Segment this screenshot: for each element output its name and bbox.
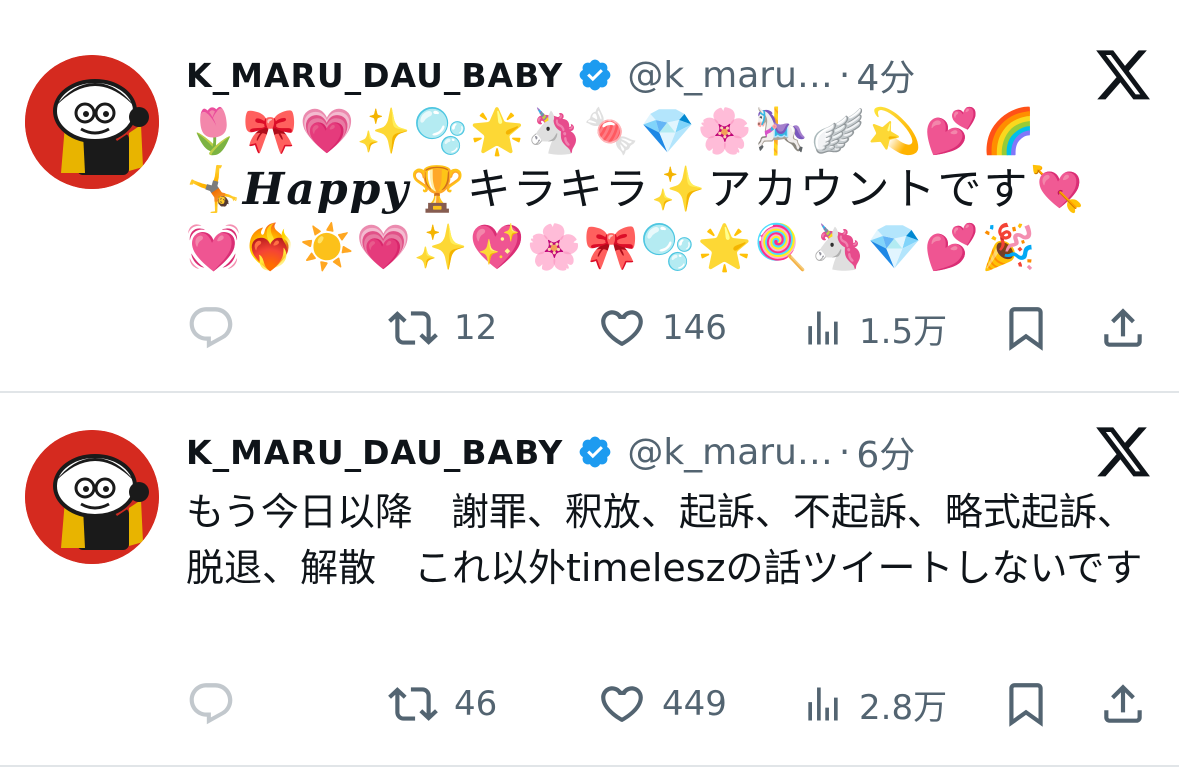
avatar[interactable] bbox=[25, 430, 159, 564]
reply-icon bbox=[189, 683, 233, 725]
share-icon bbox=[1104, 684, 1142, 723]
like-button[interactable]: 449 bbox=[596, 674, 727, 734]
tweet-actions: 46 449 2.8万 bbox=[186, 674, 1151, 734]
tweet-header: K_MARU_DAU_BABY @k_maru… · 6分 bbox=[186, 427, 915, 477]
retweet-icon bbox=[388, 687, 438, 721]
views-chart-icon bbox=[808, 687, 838, 721]
like-count: 449 bbox=[662, 684, 727, 724]
tweet-divider bbox=[0, 765, 1179, 767]
tweet-2[interactable]: K_MARU_DAU_BABY @k_maru… · 6分 もう今日以降 謝罪、… bbox=[0, 0, 1179, 765]
reply-button[interactable] bbox=[186, 674, 250, 734]
avatar-character-icon bbox=[25, 430, 159, 564]
share-button[interactable] bbox=[1098, 674, 1148, 734]
heart-icon bbox=[601, 686, 643, 722]
separator-dot: · bbox=[838, 431, 851, 473]
timestamp[interactable]: 6分 bbox=[856, 426, 915, 478]
retweet-count: 46 bbox=[454, 684, 498, 724]
retweet-button[interactable]: 46 bbox=[386, 674, 497, 734]
views-button[interactable]: 2.8万 bbox=[801, 674, 947, 734]
tweet-text: もう今日以降 謝罪、釈放、起訴、不起訴、略式起訴、脱退、解散 これ以外timel… bbox=[186, 490, 1143, 590]
verified-badge-icon bbox=[577, 434, 613, 470]
bookmark-icon bbox=[1009, 683, 1043, 727]
x-logo-icon bbox=[1096, 427, 1152, 479]
views-count: 2.8万 bbox=[859, 687, 948, 728]
user-handle[interactable]: @k_maru… bbox=[627, 432, 833, 473]
display-name[interactable]: K_MARU_DAU_BABY bbox=[186, 433, 563, 472]
bookmark-button[interactable] bbox=[1001, 674, 1051, 734]
